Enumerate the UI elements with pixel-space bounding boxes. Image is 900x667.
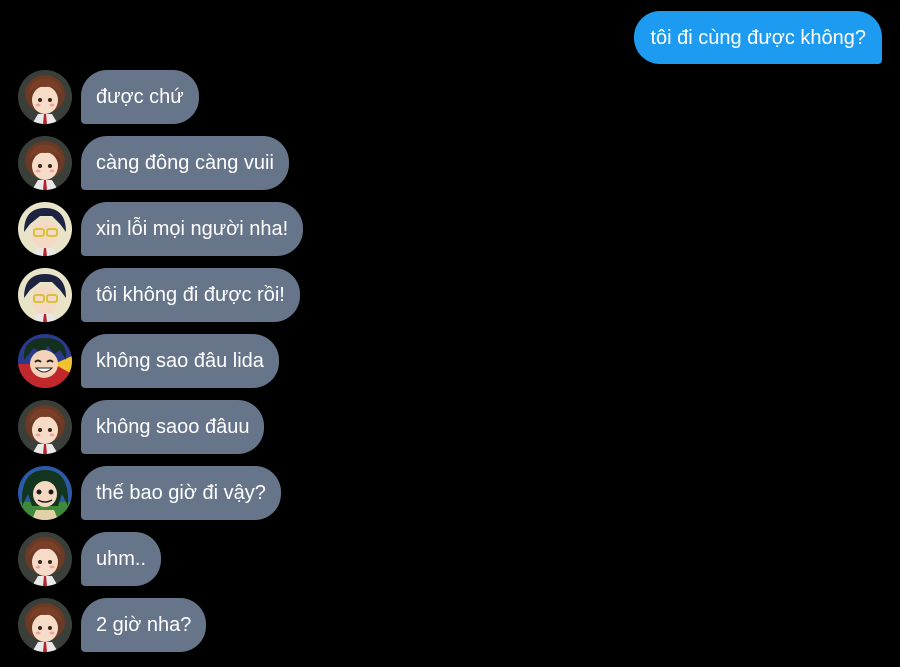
green-hair-boy-avatar-icon[interactable] xyxy=(18,334,72,388)
incoming-message-row: được chứ xyxy=(18,70,199,124)
incoming-message-bubble[interactable]: càng đông càng vuii xyxy=(81,136,289,190)
incoming-message-row: 2 giờ nha? xyxy=(18,598,207,652)
incoming-message-row: tôi không đi được rồi! xyxy=(18,268,300,322)
glasses-boy-avatar-icon[interactable] xyxy=(18,268,72,322)
incoming-message-row: xin lỗi mọi người nha! xyxy=(18,202,304,256)
incoming-message-bubble[interactable]: được chứ xyxy=(81,70,199,124)
incoming-message-bubble[interactable]: không saoo đâuu xyxy=(81,400,265,454)
incoming-message-bubble[interactable]: thế bao giờ đi vậy? xyxy=(81,466,281,520)
incoming-message-row: thế bao giờ đi vậy? xyxy=(18,466,281,520)
glasses-boy-avatar-icon[interactable] xyxy=(18,202,72,256)
brown-hair-girl-avatar-icon[interactable] xyxy=(18,70,72,124)
frog-girl-avatar-icon[interactable] xyxy=(18,466,72,520)
brown-hair-girl-avatar-icon[interactable] xyxy=(18,598,72,652)
brown-hair-girl-avatar-icon[interactable] xyxy=(18,136,72,190)
outgoing-message-bubble[interactable]: tôi đi cùng được không? xyxy=(634,11,882,64)
incoming-message-row: không saoo đâuu xyxy=(18,400,265,454)
outgoing-message-row: tôi đi cùng được không? xyxy=(634,11,882,64)
brown-hair-girl-avatar-icon[interactable] xyxy=(18,400,72,454)
incoming-message-bubble[interactable]: không sao đâu lida xyxy=(81,334,279,388)
incoming-message-row: uhm.. xyxy=(18,532,162,586)
brown-hair-girl-avatar-icon[interactable] xyxy=(18,532,72,586)
chat-thread: tôi đi cùng được không? được chứ càng đô… xyxy=(0,0,900,667)
incoming-message-bubble[interactable]: 2 giờ nha? xyxy=(81,598,207,652)
incoming-message-row: không sao đâu lida xyxy=(18,334,279,388)
incoming-message-bubble[interactable]: xin lỗi mọi người nha! xyxy=(81,202,304,256)
incoming-message-bubble[interactable]: uhm.. xyxy=(81,532,162,586)
incoming-message-bubble[interactable]: tôi không đi được rồi! xyxy=(81,268,300,322)
incoming-message-row: càng đông càng vuii xyxy=(18,136,289,190)
